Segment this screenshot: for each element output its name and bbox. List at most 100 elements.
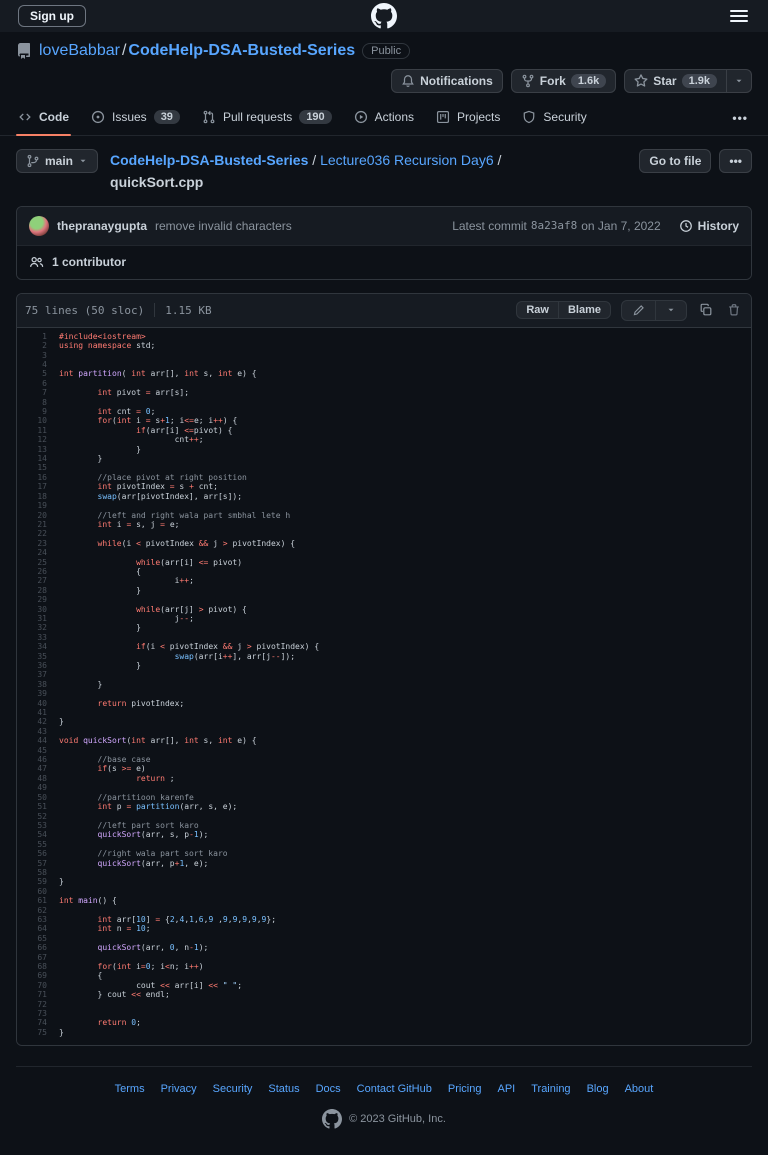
line-number[interactable]: 14	[17, 454, 59, 463]
breadcrumb-dir-link[interactable]: Lecture036 Recursion Day6	[320, 152, 494, 168]
line-number[interactable]: 75	[17, 1028, 59, 1037]
line-number[interactable]: 47	[17, 764, 59, 773]
copy-icon[interactable]	[697, 303, 715, 317]
line-number[interactable]: 15	[17, 463, 59, 472]
line-number[interactable]: 43	[17, 727, 59, 736]
line-number[interactable]: 65	[17, 934, 59, 943]
fork-button[interactable]: Fork 1.6k	[510, 69, 617, 93]
line-number[interactable]: 2	[17, 341, 59, 350]
breadcrumb-repo-link[interactable]: CodeHelp-DSA-Busted-Series	[110, 152, 308, 168]
footer-link-security[interactable]: Security	[213, 1083, 253, 1095]
line-number[interactable]: 16	[17, 473, 59, 482]
line-number[interactable]: 18	[17, 492, 59, 501]
line-number[interactable]: 34	[17, 642, 59, 651]
line-number[interactable]: 73	[17, 1009, 59, 1018]
line-number[interactable]: 57	[17, 859, 59, 868]
raw-button[interactable]: Raw	[516, 301, 559, 320]
hamburger-menu-icon[interactable]	[728, 6, 750, 26]
line-number[interactable]: 10	[17, 416, 59, 425]
line-number[interactable]: 72	[17, 1000, 59, 1009]
line-number[interactable]: 42	[17, 717, 59, 726]
line-number[interactable]: 62	[17, 906, 59, 915]
line-number[interactable]: 9	[17, 407, 59, 416]
line-number[interactable]: 40	[17, 699, 59, 708]
line-number[interactable]: 23	[17, 539, 59, 548]
line-number[interactable]: 6	[17, 379, 59, 388]
commit-author-link[interactable]: thepranaygupta	[57, 219, 147, 233]
line-number[interactable]: 32	[17, 623, 59, 632]
avatar[interactable]	[29, 215, 49, 236]
line-number[interactable]: 31	[17, 614, 59, 623]
repo-name-link[interactable]: CodeHelp-DSA-Busted-Series	[128, 42, 355, 59]
footer-link-training[interactable]: Training	[531, 1083, 570, 1095]
line-number[interactable]: 4	[17, 360, 59, 369]
line-number[interactable]: 20	[17, 511, 59, 520]
line-number[interactable]: 41	[17, 708, 59, 717]
footer-link-docs[interactable]: Docs	[316, 1083, 341, 1095]
trash-icon[interactable]	[725, 303, 743, 317]
line-number[interactable]: 30	[17, 605, 59, 614]
line-number[interactable]: 49	[17, 783, 59, 792]
commit-sha-link[interactable]: 8a23af8	[531, 219, 577, 232]
tab-projects[interactable]: Projects	[428, 101, 508, 135]
star-dropdown-button[interactable]	[727, 69, 752, 93]
line-number[interactable]: 61	[17, 896, 59, 905]
tab-issues[interactable]: Issues 39	[83, 101, 188, 135]
line-number[interactable]: 71	[17, 990, 59, 999]
line-number[interactable]: 60	[17, 887, 59, 896]
tab-security[interactable]: Security	[514, 101, 594, 135]
line-number[interactable]: 69	[17, 971, 59, 980]
line-number[interactable]: 58	[17, 868, 59, 877]
line-number[interactable]: 13	[17, 445, 59, 454]
line-number[interactable]: 38	[17, 680, 59, 689]
line-number[interactable]: 36	[17, 661, 59, 670]
line-number[interactable]: 19	[17, 501, 59, 510]
line-number[interactable]: 63	[17, 915, 59, 924]
line-number[interactable]: 66	[17, 943, 59, 952]
go-to-file-button[interactable]: Go to file	[639, 149, 712, 173]
line-number[interactable]: 29	[17, 595, 59, 604]
github-logo-icon[interactable]	[371, 3, 397, 29]
line-number[interactable]: 21	[17, 520, 59, 529]
line-number[interactable]: 3	[17, 351, 59, 360]
line-number[interactable]: 50	[17, 793, 59, 802]
line-number[interactable]: 39	[17, 689, 59, 698]
line-number[interactable]: 25	[17, 558, 59, 567]
branch-selector-button[interactable]: main	[16, 149, 99, 173]
tab-code[interactable]: Code	[10, 101, 77, 136]
edit-pencil-button[interactable]	[621, 299, 656, 321]
footer-link-blog[interactable]: Blog	[587, 1083, 609, 1095]
commit-message-link[interactable]: remove invalid characters	[155, 219, 292, 233]
line-number[interactable]: 74	[17, 1018, 59, 1027]
sign-up-button[interactable]: Sign up	[18, 5, 86, 27]
footer-link-api[interactable]: API	[497, 1083, 515, 1095]
line-number[interactable]: 22	[17, 529, 59, 538]
line-number[interactable]: 55	[17, 840, 59, 849]
footer-link-pricing[interactable]: Pricing	[448, 1083, 482, 1095]
contributors-row[interactable]: 1 contributor	[17, 244, 751, 279]
line-number[interactable]: 46	[17, 755, 59, 764]
tab-overflow-button[interactable]: •••	[722, 105, 758, 131]
footer-link-about[interactable]: About	[625, 1083, 654, 1095]
line-number[interactable]: 44	[17, 736, 59, 745]
star-button[interactable]: Star 1.9k	[624, 69, 727, 93]
line-number[interactable]: 68	[17, 962, 59, 971]
blame-button[interactable]: Blame	[557, 301, 611, 320]
line-number[interactable]: 56	[17, 849, 59, 858]
footer-link-privacy[interactable]: Privacy	[161, 1083, 197, 1095]
line-number[interactable]: 51	[17, 802, 59, 811]
line-number[interactable]: 33	[17, 633, 59, 642]
tab-actions[interactable]: Actions	[346, 101, 422, 135]
line-number[interactable]: 24	[17, 548, 59, 557]
notifications-button[interactable]: Notifications	[391, 69, 503, 93]
footer-link-status[interactable]: Status	[268, 1083, 299, 1095]
history-link[interactable]: History	[679, 219, 739, 233]
footer-link-terms[interactable]: Terms	[115, 1083, 145, 1095]
line-number[interactable]: 64	[17, 924, 59, 933]
tab-pull-requests[interactable]: Pull requests 190	[194, 101, 340, 135]
repo-owner-link[interactable]: loveBabbar	[39, 42, 120, 59]
line-number[interactable]: 5	[17, 369, 59, 378]
line-number[interactable]: 37	[17, 670, 59, 679]
line-number[interactable]: 48	[17, 774, 59, 783]
line-number[interactable]: 1	[17, 332, 59, 341]
